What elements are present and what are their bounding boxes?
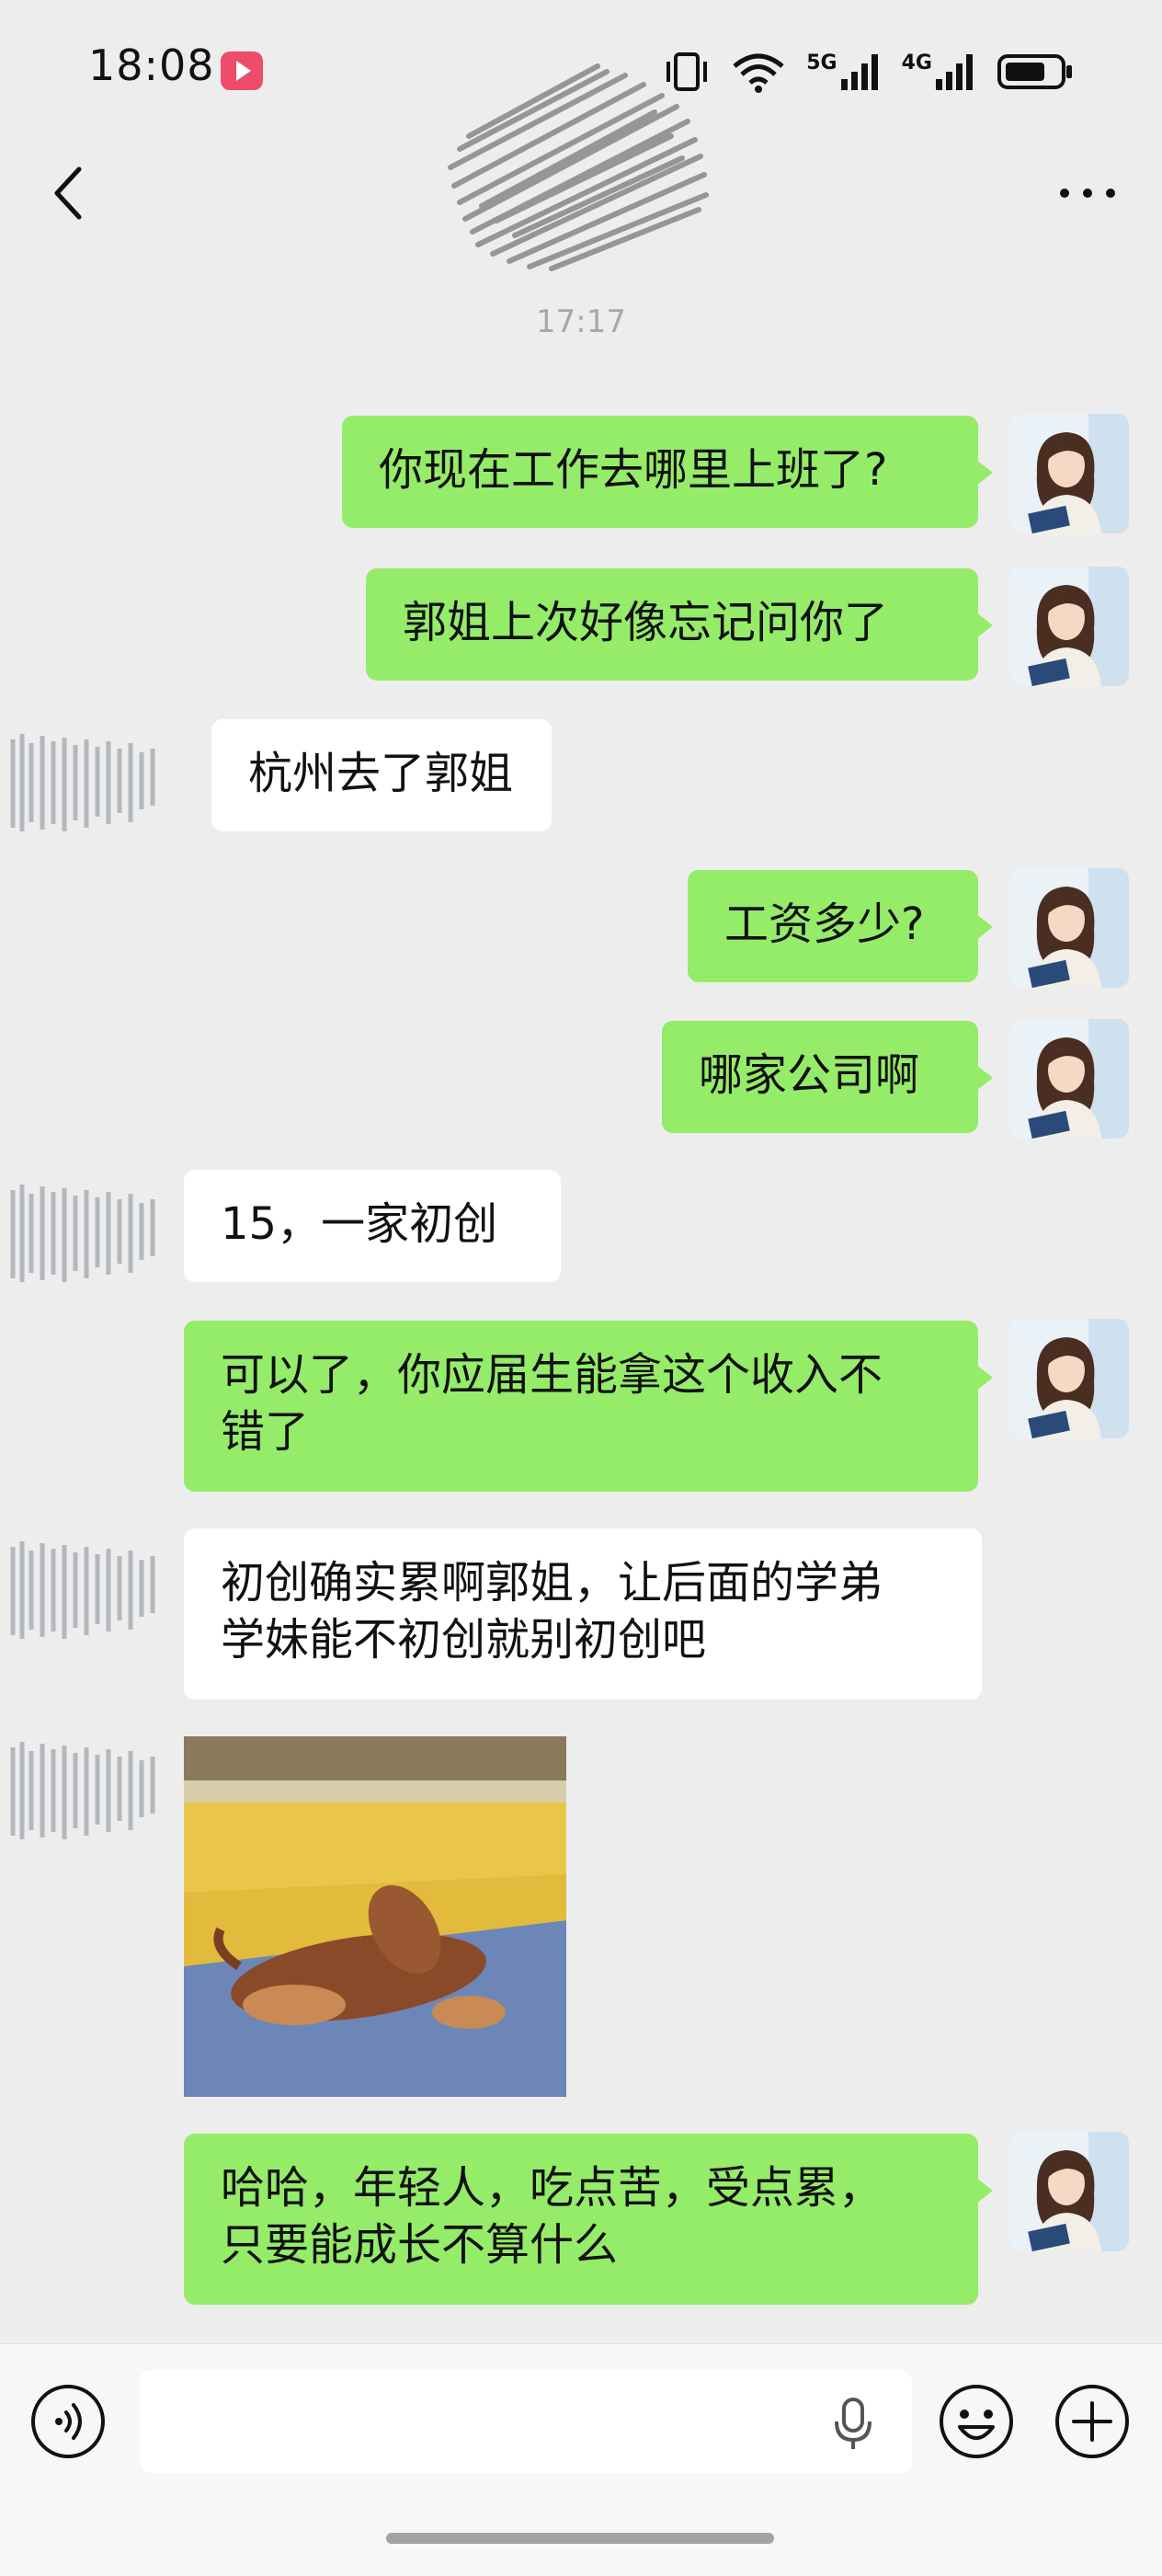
contact-avatar[interactable] (0, 1729, 184, 1849)
message-bubble-incoming[interactable]: 15，一家初创 (184, 1170, 561, 1282)
my-avatar[interactable] (1009, 414, 1129, 533)
voice-icon[interactable] (29, 2383, 107, 2460)
signal-4g-icon: 4G (902, 52, 976, 92)
status-icons: 5G 4G (663, 48, 1074, 96)
contact-avatar[interactable] (0, 721, 184, 841)
message-bubble-outgoing[interactable]: 工资多少? (688, 870, 993, 982)
home-indicator[interactable] (386, 2533, 774, 2544)
my-avatar[interactable] (1009, 1319, 1129, 1438)
battery-icon (997, 54, 1072, 89)
chat-timestamp: 17:17 (536, 303, 626, 340)
my-avatar[interactable] (1009, 868, 1129, 988)
my-avatar[interactable] (1009, 1019, 1129, 1139)
message-input[interactable] (140, 2370, 912, 2473)
wifi-icon (733, 53, 784, 93)
network-label-4g: 4G (901, 52, 932, 74)
contact-avatar[interactable] (0, 1528, 184, 1648)
back-button[interactable] (40, 158, 96, 228)
message-bubble-outgoing[interactable]: 郭姐上次好像忘记问你了 (366, 568, 993, 681)
message-bubble-outgoing[interactable]: 可以了，你应届生能拿这个收入不 错了 (184, 1321, 993, 1492)
my-avatar[interactable] (1009, 2132, 1129, 2251)
message-bubble-incoming[interactable]: 初创确实累啊郭姐，让后面的学弟 学妹能不初创就别初创吧 (184, 1528, 982, 1700)
message-bubble-incoming[interactable]: 杭州去了郭姐 (211, 719, 552, 831)
network-label-5g: 5G (806, 52, 837, 74)
plus-icon[interactable] (1054, 2383, 1131, 2460)
sticker-image[interactable] (184, 1736, 566, 2097)
emoji-icon[interactable] (938, 2383, 1015, 2460)
signal-5g-icon: 5G (806, 52, 881, 92)
more-options-button[interactable] (1055, 177, 1120, 210)
message-bubble-outgoing[interactable]: 哪家公司啊 (662, 1021, 993, 1133)
my-avatar[interactable] (1009, 567, 1129, 686)
mic-icon[interactable] (829, 2396, 877, 2453)
status-time: 18:08 (88, 40, 215, 90)
contact-avatar[interactable] (0, 1172, 184, 1291)
screen-record-icon (221, 52, 263, 90)
message-bubble-outgoing[interactable]: 你现在工作去哪里上班了? (342, 416, 993, 528)
contact-name-redacted (448, 63, 709, 271)
message-bubble-outgoing[interactable]: 哈哈，年轻人，吃点苦，受点累， 只要能成长不算什么 (184, 2134, 993, 2305)
